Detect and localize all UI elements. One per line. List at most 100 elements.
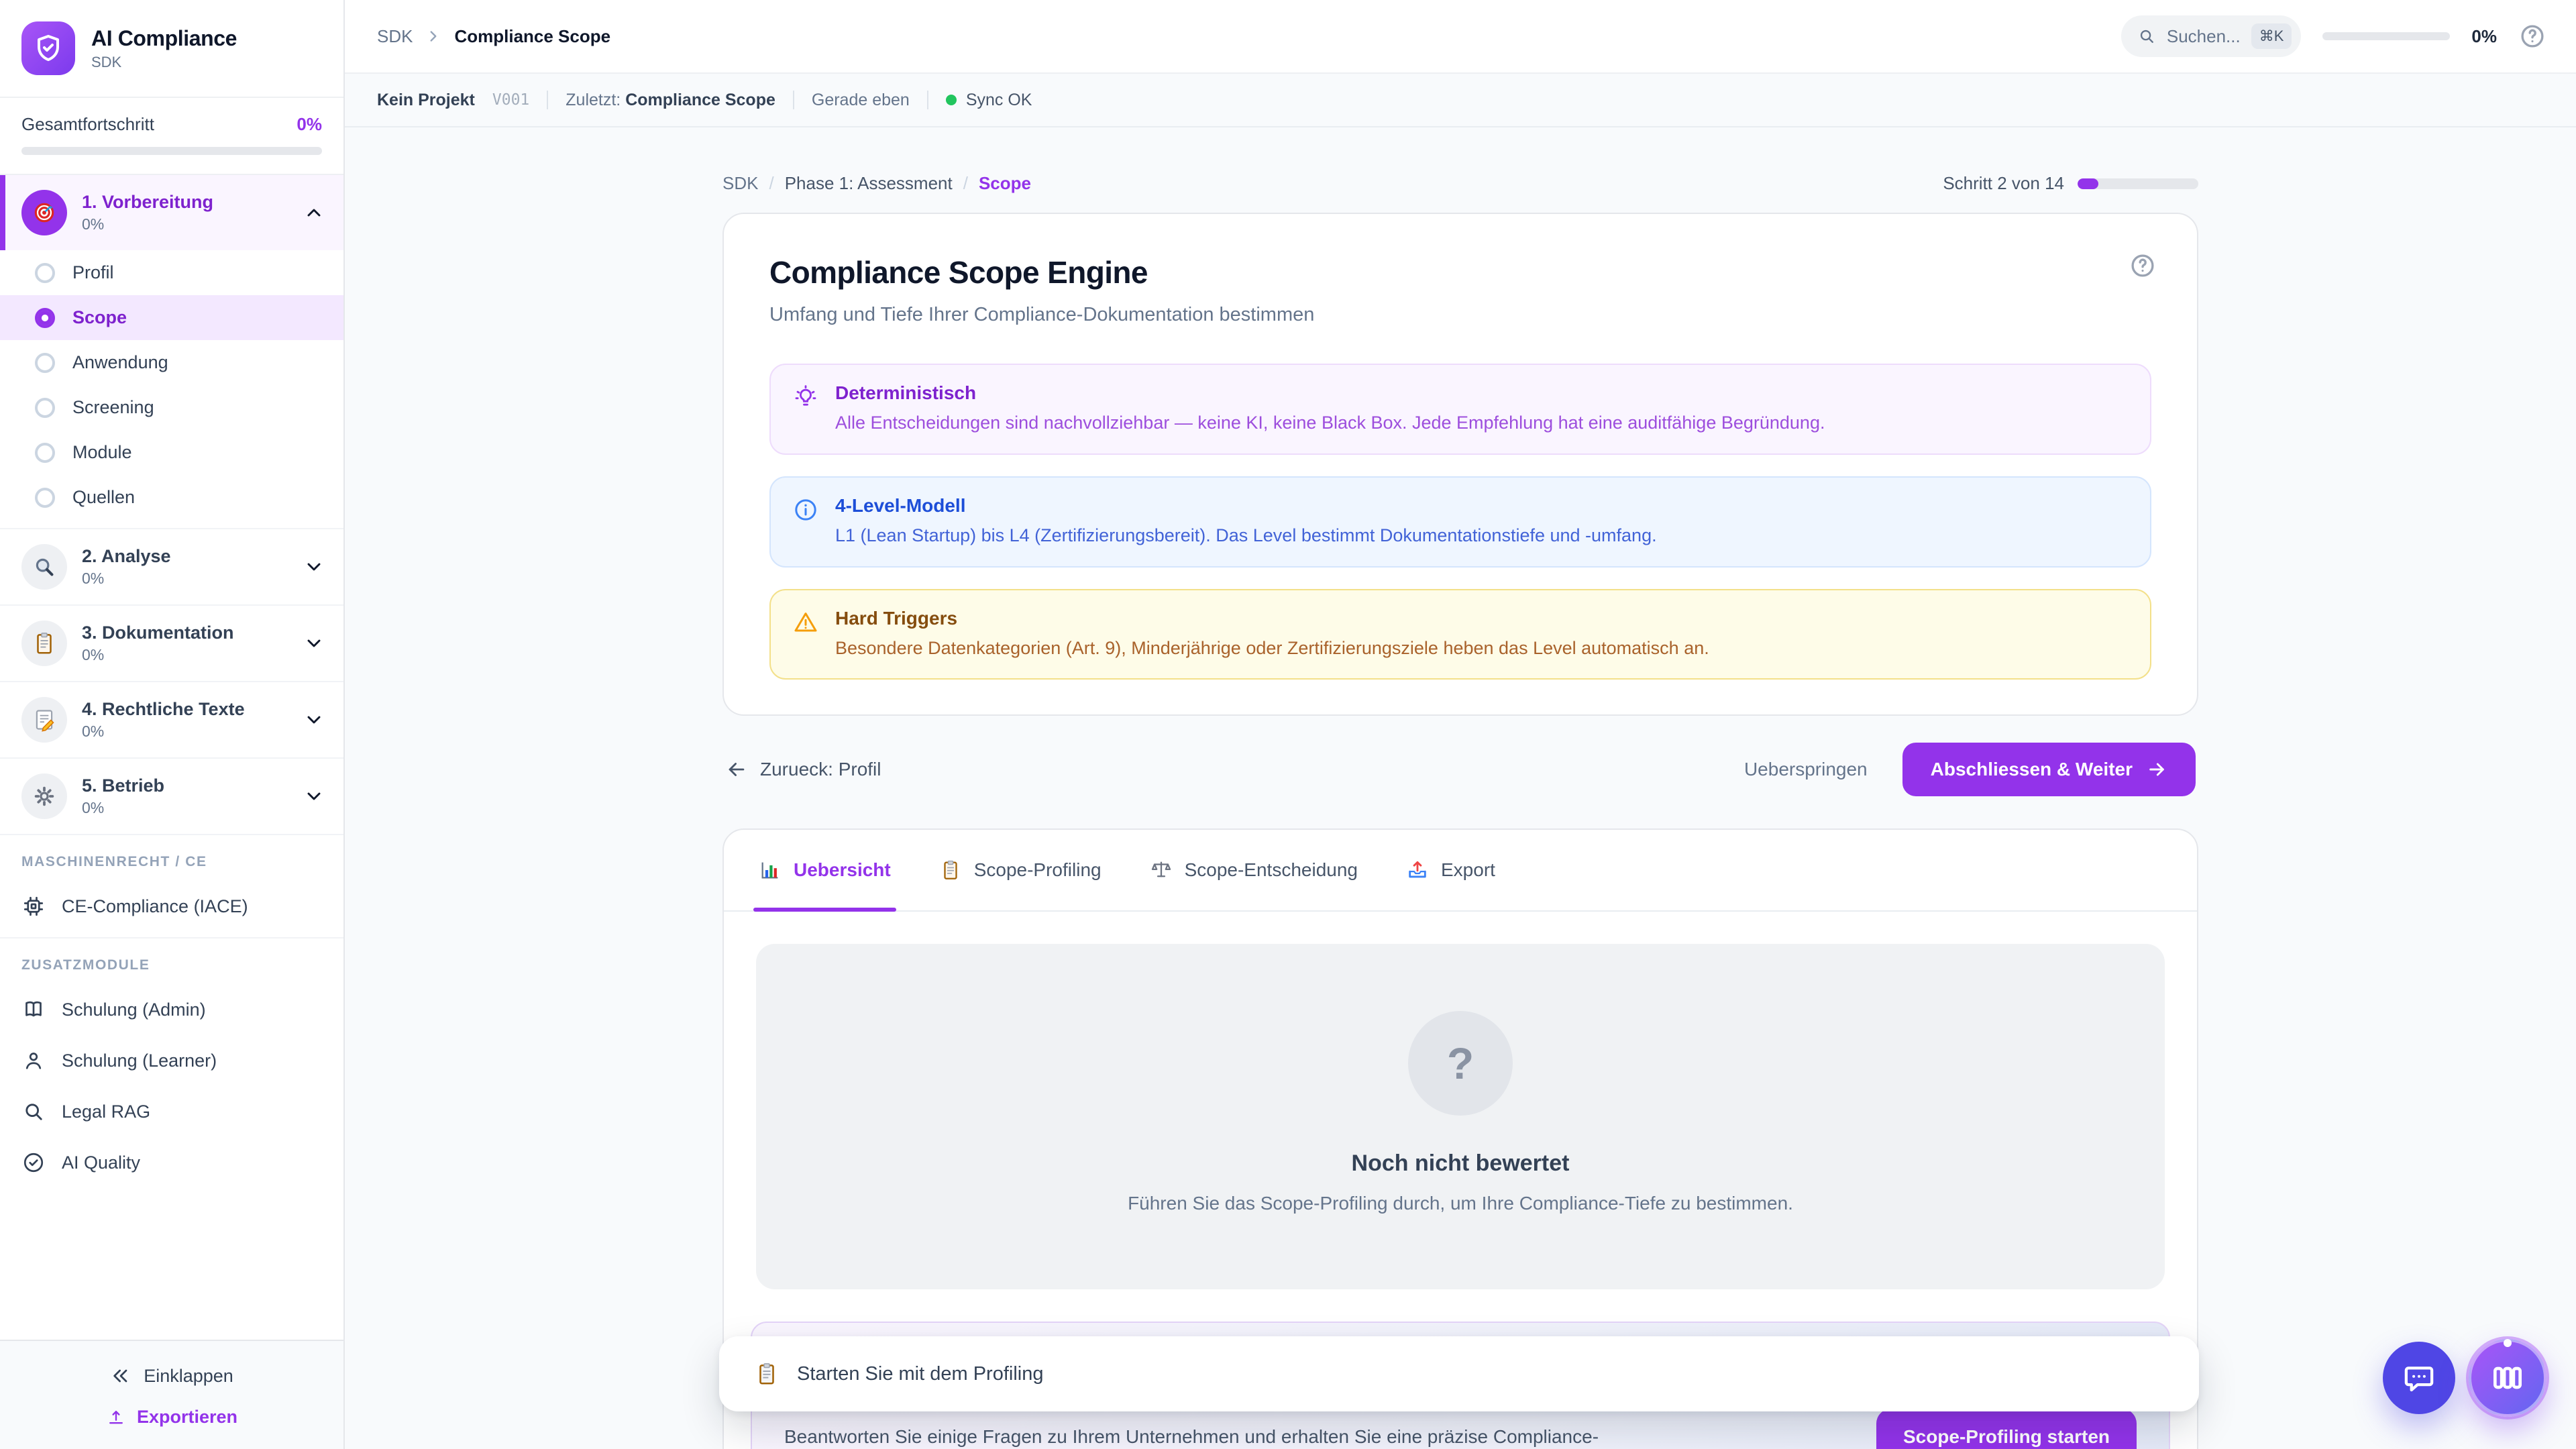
notification-dot <box>2504 1339 2512 1347</box>
book-icon <box>21 998 46 1022</box>
help-icon[interactable] <box>2518 22 2546 50</box>
info-icon <box>792 496 819 523</box>
tab-uebersicht[interactable]: Uebersicht <box>759 830 891 910</box>
phase-subitems: Profil Scope Anwendung Screening Module <box>0 250 343 529</box>
header-progress-value: 0% <box>2471 26 2497 47</box>
bar-chart-icon <box>759 859 782 881</box>
breadcrumb: SDK Compliance Scope <box>377 26 610 47</box>
section-label-zusatzmodule: ZUSATZMODULE <box>0 938 343 984</box>
sidebar-item-schulung-learner[interactable]: Schulung (Learner) <box>0 1035 343 1086</box>
breadcrumb-root[interactable]: SDK <box>377 26 413 47</box>
toast-text: Starten Sie mit dem Profiling <box>797 1363 1043 1385</box>
chat-bubble-icon <box>2401 1360 2437 1396</box>
tab-scope-entscheidung[interactable]: Scope-Entscheidung <box>1150 830 1358 910</box>
hint-toast: Starten Sie mit dem Profiling <box>719 1336 2199 1411</box>
arrow-right-icon <box>2146 759 2167 780</box>
radio-icon <box>35 443 55 463</box>
gear-icon <box>21 773 67 819</box>
step-label: Schritt 2 von 14 <box>1943 173 2064 194</box>
main-area: SDK Compliance Scope Suchen... ⌘K 0% Kei… <box>345 0 2576 1449</box>
project-name: Kein Projekt <box>377 91 475 110</box>
clipboard-icon <box>21 621 67 666</box>
check-circle-icon <box>21 1150 46 1175</box>
outbox-tray-icon <box>1406 859 1429 881</box>
top-bar: SDK Compliance Scope Suchen... ⌘K 0% <box>345 0 2576 74</box>
empty-state-text: Führen Sie das Scope-Profiling durch, um… <box>1128 1193 1793 1214</box>
sidebar-item-ai-quality[interactable]: AI Quality <box>0 1137 343 1188</box>
complete-next-button[interactable]: Abschliessen & Weiter <box>1902 743 2196 796</box>
back-button[interactable]: Zurueck: Profil <box>725 758 881 781</box>
callout-deterministisch: Deterministisch Alle Entscheidungen sind… <box>769 364 2151 455</box>
cta-text: Beantworten Sie einige Fragen zu Ihrem U… <box>784 1426 1844 1448</box>
keyboard-shortcut-badge: ⌘K <box>2251 23 2292 49</box>
radio-selected-icon <box>35 308 55 328</box>
app-title: AI Compliance <box>91 26 237 51</box>
chevron-up-icon <box>303 202 325 223</box>
sidebar-item-ce-compliance[interactable]: CE-Compliance (IACE) <box>0 881 343 932</box>
sidebar-item-legal-rag[interactable]: Legal RAG <box>0 1086 343 1137</box>
empty-state-title: Noch nicht bewertet <box>1352 1150 1570 1177</box>
sidebar-item-anwendung[interactable]: Anwendung <box>0 340 343 385</box>
divider <box>547 91 548 109</box>
active-phase-bar <box>0 175 5 250</box>
version-badge: V001 <box>492 91 529 109</box>
export-button[interactable]: Exportieren <box>21 1395 322 1430</box>
sidebar-phase-betrieb[interactable]: 5. Betrieb 0% <box>0 759 343 835</box>
divider <box>927 91 928 109</box>
search-placeholder: Suchen... <box>2167 26 2241 47</box>
phase-nav: 1. Vorbereitung 0% Profil Scope Anwendun… <box>0 175 343 835</box>
clipboard-icon <box>939 859 962 881</box>
sidebar: AI Compliance SDK Gesamtfortschritt 0% 1… <box>0 0 345 1449</box>
breadcrumb-sdk[interactable]: SDK <box>722 173 758 194</box>
breadcrumb-scope: Scope <box>979 173 1031 194</box>
memo-pencil-icon <box>21 697 67 743</box>
collapse-sidebar-button[interactable]: Einklappen <box>21 1357 322 1395</box>
tab-bar: Uebersicht Scope-Profiling Scope-Entsche… <box>724 830 2197 912</box>
app-window: AI Compliance SDK Gesamtfortschritt 0% 1… <box>0 0 2576 1449</box>
help-icon[interactable] <box>2129 252 2157 280</box>
search-input[interactable]: Suchen... ⌘K <box>2121 15 2302 57</box>
radio-icon <box>35 398 55 418</box>
scales-icon <box>1150 859 1173 881</box>
sidebar-item-screening[interactable]: Screening <box>0 385 343 430</box>
sidebar-footer: Einklappen Exportieren <box>0 1340 343 1449</box>
callout-4-level-modell: 4-Level-Modell L1 (Lean Startup) bis L4 … <box>769 476 2151 568</box>
phase-percent: 0% <box>82 215 288 233</box>
page-title: Compliance Scope Engine <box>769 254 2151 290</box>
upload-icon <box>106 1407 126 1428</box>
sidebar-item-module[interactable]: Module <box>0 430 343 475</box>
chevron-down-icon <box>303 633 325 654</box>
overall-progress-bar <box>21 147 322 155</box>
overall-progress: Gesamtfortschritt 0% <box>0 98 343 175</box>
breadcrumb-phase[interactable]: Phase 1: Assessment <box>785 173 953 194</box>
page-subtitle: Umfang und Tiefe Ihrer Compliance-Dokume… <box>769 304 2151 326</box>
sidebar-phase-rechtliche-texte[interactable]: 4. Rechtliche Texte 0% <box>0 682 343 759</box>
panel-toggle-fab-button[interactable] <box>2469 1339 2546 1417</box>
callout-hard-triggers: Hard Triggers Besondere Datenkategorien … <box>769 589 2151 680</box>
tab-export[interactable]: Export <box>1406 830 1495 910</box>
last-saved-time: Gerade eben <box>812 91 910 110</box>
start-profiling-button[interactable]: Scope-Profiling starten <box>1876 1409 2137 1449</box>
last-step-label: Zuletzt: Compliance Scope <box>566 91 775 110</box>
radio-icon <box>35 263 55 283</box>
sidebar-item-quellen[interactable]: Quellen <box>0 475 343 520</box>
sidebar-item-profil[interactable]: Profil <box>0 250 343 295</box>
sync-ok-dot <box>946 95 957 105</box>
header-progress-bar <box>2322 32 2450 40</box>
sidebar-phase-analyse[interactable]: 2. Analyse 0% <box>0 529 343 606</box>
breadcrumb-current: Compliance Scope <box>454 26 610 47</box>
columns-icon <box>2489 1359 2526 1397</box>
tab-scope-profiling[interactable]: Scope-Profiling <box>939 830 1102 910</box>
shield-check-icon <box>21 21 75 75</box>
sidebar-item-schulung-admin[interactable]: Schulung (Admin) <box>0 984 343 1035</box>
skip-button[interactable]: Ueberspringen <box>1744 759 1868 780</box>
sidebar-phase-dokumentation[interactable]: 3. Dokumentation 0% <box>0 606 343 682</box>
sidebar-phase-vorbereitung[interactable]: 1. Vorbereitung 0% <box>0 175 343 250</box>
chat-fab-button[interactable] <box>2383 1342 2455 1414</box>
sidebar-item-scope[interactable]: Scope <box>0 295 343 340</box>
section-label-maschinenrecht: MASCHINENRECHT / CE <box>0 835 343 881</box>
scope-engine-card: Compliance Scope Engine Umfang und Tiefe… <box>722 213 2198 716</box>
page-breadcrumb: SDK / Phase 1: Assessment / Scope <box>722 173 1031 194</box>
magnifier-icon <box>21 544 67 590</box>
search-icon <box>2137 27 2156 46</box>
